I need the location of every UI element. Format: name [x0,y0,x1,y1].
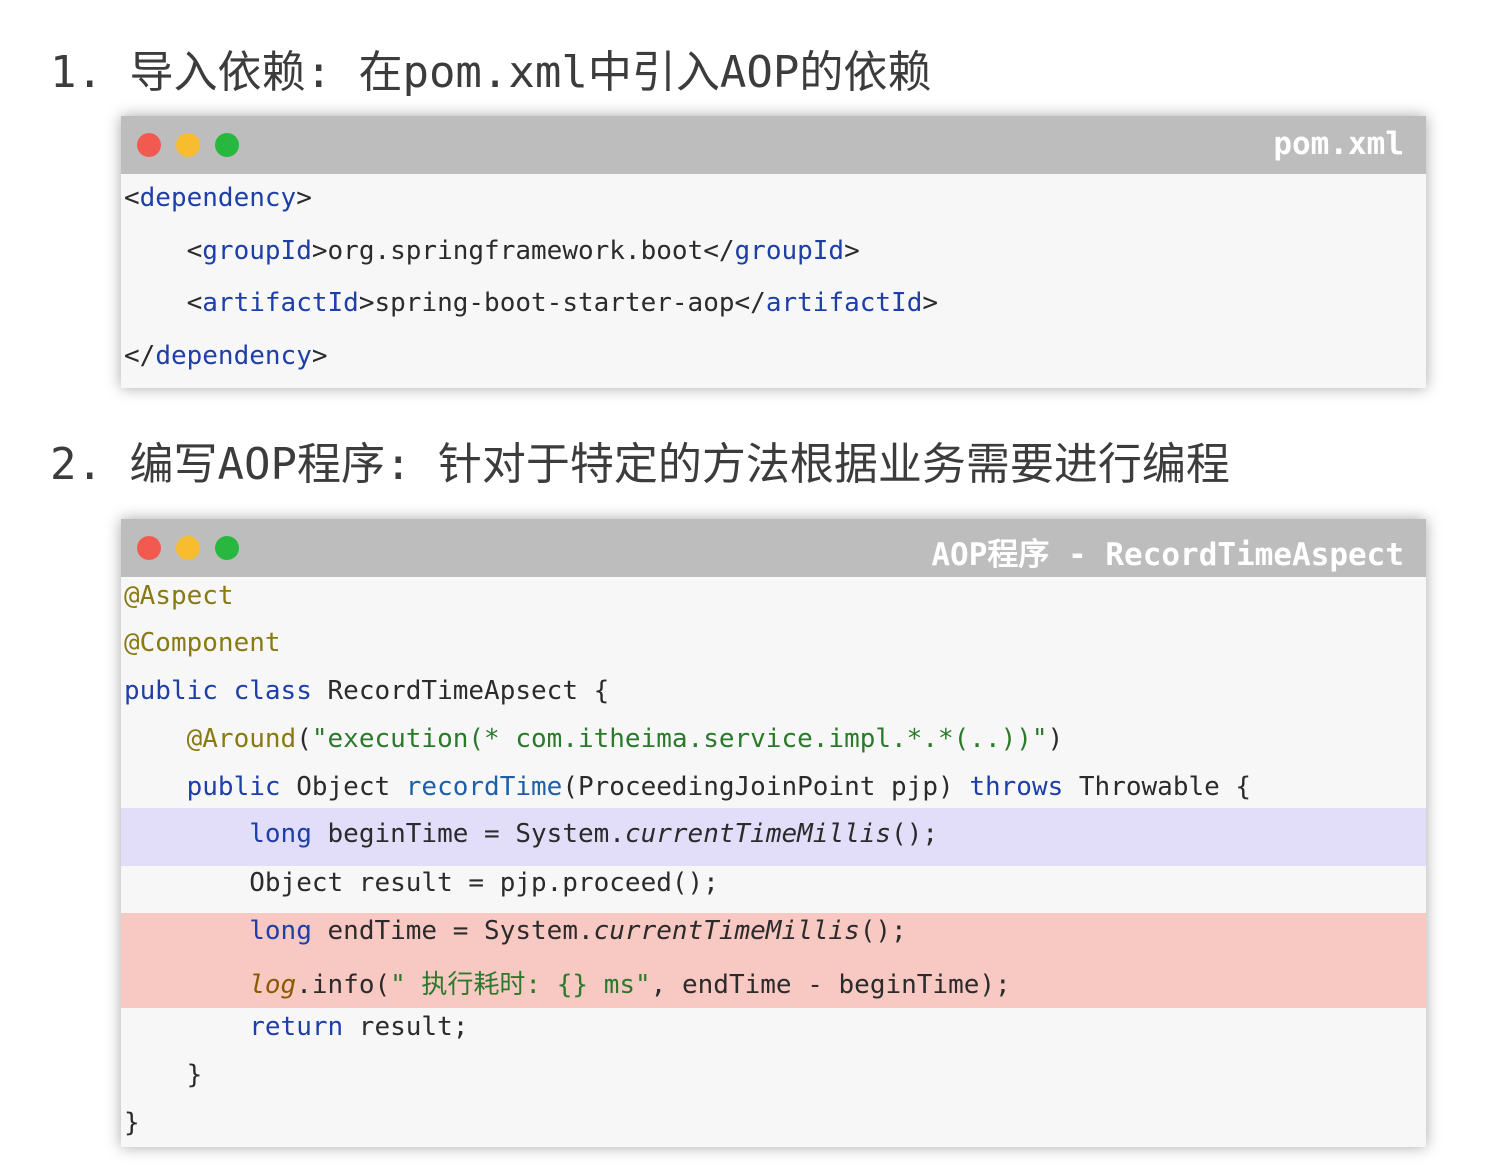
window-title: pom.xml [1273,126,1404,162]
window-titlebar: AOP程序 - RecordTimeAspect [121,519,1426,577]
code-line: } [186,1060,203,1090]
window-title: AOP程序 - RecordTimeAspect [931,537,1404,573]
close-dot-icon [137,133,161,157]
close-dot-icon [137,536,161,560]
code-line: @Aspect [124,581,234,611]
code-line: <dependency> [124,183,312,213]
window-titlebar: pom.xml [121,116,1426,174]
step2-heading: 2. 编写AOP程序: 针对于特定的方法根据业务需要进行编程 [50,439,1230,490]
code-line: Object result = pjp.proceed(); [249,868,719,898]
aop-code-window: AOP程序 - RecordTimeAspect @Aspect @Compon… [121,519,1426,1147]
code-line: return result; [249,1012,469,1042]
code-line: } [124,1108,140,1138]
highlighted-code-line: long beginTime = System.currentTimeMilli… [121,808,1426,866]
code-line: public class RecordTimeApsect { [124,676,610,706]
step1-heading: 1. 导入依赖: 在pom.xml中引入AOP的依赖 [50,47,932,98]
code-line: <artifactId>spring-boot-starter-aop</art… [186,288,939,318]
minimize-dot-icon [176,536,200,560]
pom-xml-code-window: pom.xml <dependency> <groupId>org.spring… [121,116,1426,388]
code-line: @Component [124,628,281,658]
code-line: </dependency> [124,341,328,371]
code-line: public Object recordTime(ProceedingJoinP… [186,772,1252,802]
highlighted-code-line: long endTime = System.currentTimeMillis(… [249,916,907,946]
code-line: @Around("execution(* com.itheima.service… [186,724,1064,754]
maximize-dot-icon [215,536,239,560]
maximize-dot-icon [215,133,239,157]
minimize-dot-icon [176,133,200,157]
code-line: <groupId>org.springframework.boot</group… [186,236,860,266]
highlighted-code-line: log.info(" 执行耗时: {} ms", endTime - begin… [249,970,1011,1000]
